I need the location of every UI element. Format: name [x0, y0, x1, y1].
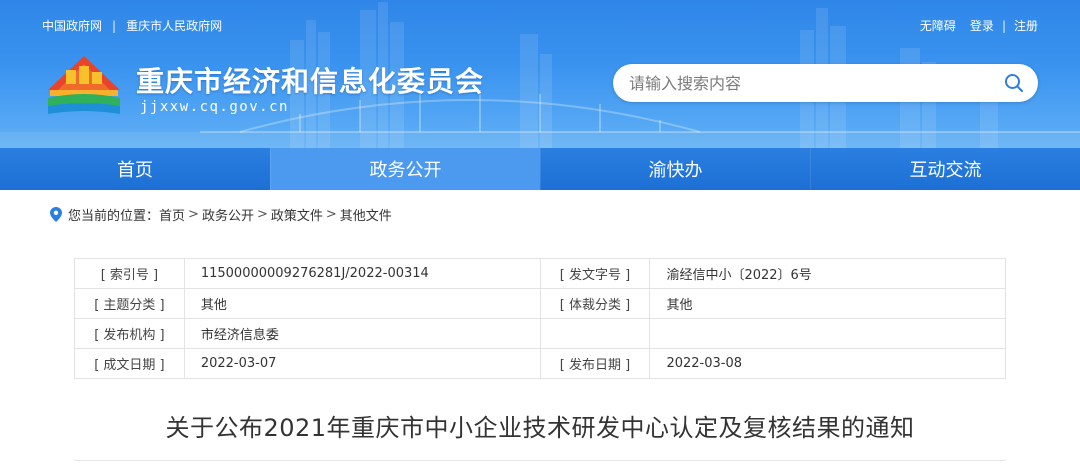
value-genre-category: 其他	[649, 288, 1006, 319]
nav-yukuaiban[interactable]: 渝快办	[540, 148, 810, 190]
value-index-number: 11500000009276281J/2022-00314	[183, 258, 541, 289]
article-title: 关于公布2021年重庆市中小企业技术研发中心认定及复核结果的通知	[165, 414, 915, 442]
location-pin-icon	[50, 207, 62, 222]
label-index-number: [ 索引号 ]	[74, 258, 185, 289]
label-issuing-agency: [ 发布机构 ]	[74, 318, 185, 349]
link-login[interactable]: 登录	[970, 17, 994, 34]
top-links-left: 中国政府网 | 重庆市人民政府网	[42, 17, 222, 34]
table-row: [ 发布机构 ] 市经济信息委	[74, 318, 1006, 349]
search-input[interactable]	[629, 64, 989, 102]
label-document-number: [ 发文字号 ]	[539, 258, 651, 289]
value-document-number: 渝经信中小〔2022〕6号	[649, 258, 1006, 289]
breadcrumb-prefix: 您当前的位置：	[68, 209, 160, 224]
table-row: [ 成文日期 ] 2022-03-07 [ 发布日期 ] 2022-03-08	[74, 348, 1006, 379]
document-info-table: [ 索引号 ] 11500000009276281J/2022-00314 [ …	[74, 258, 1006, 379]
label-empty	[539, 318, 651, 349]
link-accessibility[interactable]: 无障碍	[920, 17, 956, 34]
site-logo-emblem[interactable]	[44, 50, 124, 116]
breadcrumb-arrow: >	[325, 207, 337, 222]
breadcrumb-policy-documents[interactable]: 政策文件	[271, 205, 323, 224]
breadcrumb-government-affairs[interactable]: 政务公开	[202, 205, 254, 224]
separator: |	[1001, 18, 1006, 33]
search-bar	[613, 64, 1038, 102]
breadcrumb-home[interactable]: 首页	[159, 205, 185, 224]
breadcrumb-arrow: >	[256, 207, 268, 222]
top-links-right: 无障碍 登录 | 注册	[920, 17, 1038, 34]
label-topic-category: [ 主题分类 ]	[74, 288, 185, 319]
link-register[interactable]: 注册	[1014, 17, 1038, 34]
site-domain: jjxxw.cq.gov.cn	[140, 99, 289, 115]
breadcrumb-other-documents[interactable]: 其他文件	[340, 205, 392, 224]
nav-interaction[interactable]: 互动交流	[810, 148, 1080, 190]
value-topic-category: 其他	[183, 288, 541, 319]
label-publish-date: [ 发布日期 ]	[539, 348, 651, 379]
breadcrumb: 您当前的位置： 首页 > 政务公开 > 政策文件 > 其他文件	[50, 205, 392, 224]
value-publish-date: 2022-03-08	[649, 348, 1006, 379]
table-row: [ 索引号 ] 11500000009276281J/2022-00314 [ …	[74, 258, 1006, 289]
separator: |	[112, 18, 117, 33]
label-written-date: [ 成文日期 ]	[74, 348, 185, 379]
header-banner: 中国政府网 | 重庆市人民政府网 无障碍 登录 | 注册 重庆市经济和信息化委员…	[0, 0, 1080, 148]
breadcrumb-arrow: >	[188, 207, 199, 222]
label-genre-category: [ 体裁分类 ]	[539, 288, 651, 319]
value-empty	[649, 318, 1006, 349]
divider	[74, 460, 1006, 461]
link-china-gov[interactable]: 中国政府网	[42, 17, 102, 34]
site-title[interactable]: 重庆市经济和信息化委员会	[136, 60, 484, 100]
search-icon[interactable]	[1004, 73, 1024, 93]
link-chongqing-gov[interactable]: 重庆市人民政府网	[126, 17, 222, 34]
main-nav: 首页 政务公开 渝快办 互动交流	[0, 148, 1080, 190]
value-written-date: 2022-03-07	[183, 348, 541, 379]
nav-home[interactable]: 首页	[0, 148, 270, 190]
value-issuing-agency: 市经济信息委	[183, 318, 541, 349]
nav-government-affairs[interactable]: 政务公开	[270, 148, 540, 190]
table-row: [ 主题分类 ] 其他 [ 体裁分类 ] 其他	[74, 288, 1006, 319]
